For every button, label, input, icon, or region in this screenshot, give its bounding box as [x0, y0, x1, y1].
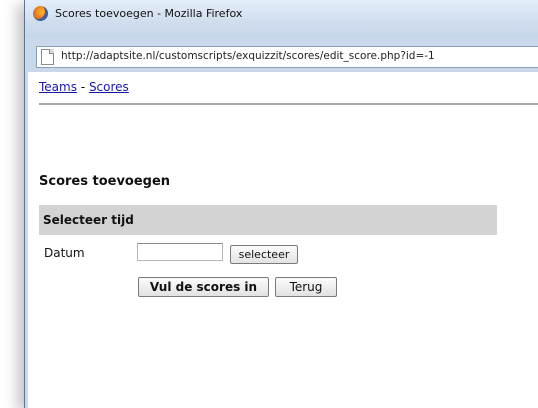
scores-link[interactable]: Scores: [89, 80, 129, 94]
page-icon: [41, 49, 54, 65]
nav-separator: -: [76, 80, 89, 94]
datum-input[interactable]: [137, 243, 223, 261]
teams-link[interactable]: Teams: [39, 80, 77, 94]
browser-window: Scores toevoegen - Mozilla Firefox http:…: [24, 0, 538, 408]
url-text[interactable]: http://adaptsite.nl/customscripts/exquiz…: [61, 50, 435, 62]
section-header: Selecteer tijd: [39, 205, 497, 235]
address-bar[interactable]: http://adaptsite.nl/customscripts/exquiz…: [36, 46, 538, 68]
fill-scores-button[interactable]: Vul de scores in: [138, 277, 269, 297]
section-title: Selecteer tijd: [43, 213, 134, 227]
back-button[interactable]: Terug: [275, 277, 337, 297]
datum-label: Datum: [44, 246, 85, 260]
breadcrumb: Teams - Scores: [39, 80, 129, 94]
page-title: Scores toevoegen: [39, 174, 171, 189]
divider: [39, 103, 538, 105]
title-bar: Scores toevoegen - Mozilla Firefox: [25, 0, 538, 38]
firefox-icon: [33, 6, 48, 21]
window-title: Scores toevoegen - Mozilla Firefox: [55, 7, 243, 20]
selecteer-button[interactable]: selecteer: [230, 245, 298, 264]
page-content: Teams - Scores Scores toevoegen Selectee…: [28, 72, 538, 408]
